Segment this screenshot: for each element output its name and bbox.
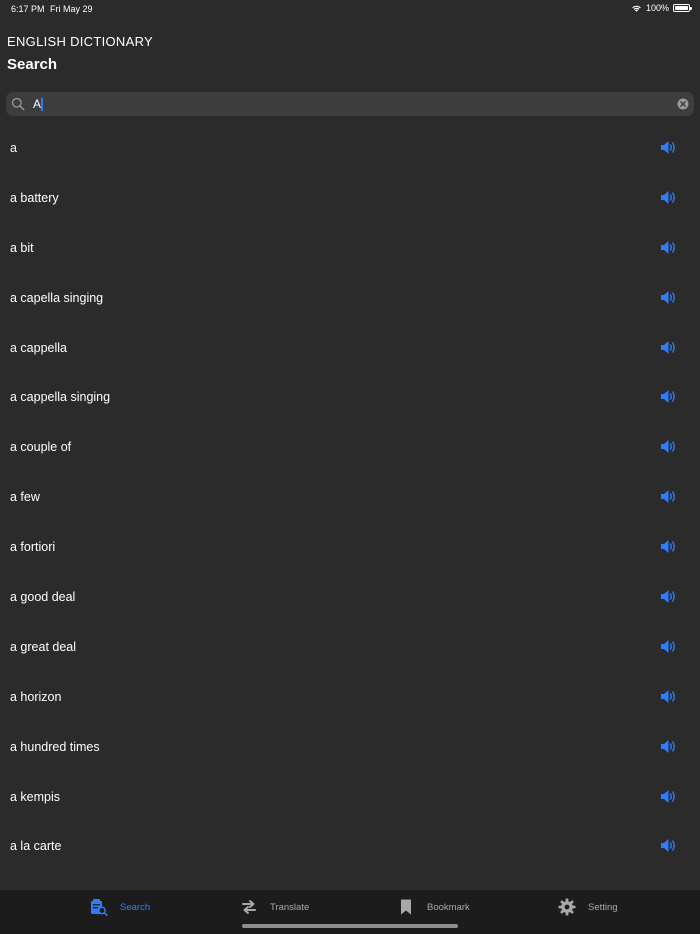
speaker-icon[interactable] — [660, 389, 677, 404]
word-label: a few — [10, 490, 40, 505]
search-bar[interactable] — [6, 92, 694, 116]
speaker-icon[interactable] — [660, 589, 677, 604]
word-row[interactable]: a kempis — [0, 773, 700, 823]
status-indicators: 100% — [631, 3, 692, 13]
word-label: a great deal — [10, 639, 77, 654]
word-row[interactable]: a great deal — [0, 623, 700, 673]
speaker-icon[interactable] — [660, 689, 677, 704]
word-row[interactable]: a horizon — [0, 673, 700, 723]
word-label: a couple of — [10, 440, 72, 455]
status-date: Fri May 29 — [50, 4, 93, 14]
gear-icon — [558, 898, 576, 916]
search-book-icon — [91, 899, 108, 916]
word-row[interactable]: a bit — [0, 224, 700, 274]
word-label: a — [10, 141, 17, 155]
word-list: a a battery a bit a capella singing a cappel… — [0, 124, 700, 872]
wifi-icon — [632, 5, 641, 12]
app-title: ENGLISH DICTIONARY — [7, 34, 154, 49]
tab-bookmark[interactable]: Bookmark — [397, 898, 470, 916]
bookmark-icon — [401, 899, 411, 915]
battery-icon — [673, 4, 692, 12]
word-label: a battery — [10, 190, 59, 205]
speaker-icon[interactable] — [660, 190, 677, 205]
home-indicator — [242, 924, 458, 928]
speaker-icon[interactable] — [660, 539, 677, 554]
word-label: a cappella — [10, 340, 67, 355]
speaker-icon[interactable] — [660, 489, 677, 504]
word-row[interactable]: a — [0, 124, 700, 174]
word-label: a fortiori — [10, 540, 56, 555]
word-row[interactable]: a la carte — [0, 822, 700, 872]
word-row[interactable]: a fortiori — [0, 523, 700, 573]
speaker-icon[interactable] — [660, 140, 677, 155]
word-row[interactable]: a capella singing — [0, 274, 700, 324]
word-row[interactable]: a couple of — [0, 423, 700, 473]
word-row[interactable]: a good deal — [0, 573, 700, 623]
tab-setting[interactable]: Setting — [558, 898, 618, 916]
speaker-icon[interactable] — [660, 290, 677, 305]
word-row[interactable]: a battery — [0, 174, 700, 224]
text-caret — [41, 98, 43, 111]
speaker-icon[interactable] — [660, 739, 677, 754]
word-label: a capella singing — [10, 290, 104, 305]
speaker-icon[interactable] — [660, 789, 677, 804]
battery-percent: 100% — [645, 3, 669, 13]
status-bar: 6:17 PM Fri May 29 100% — [0, 0, 700, 18]
search-input[interactable] — [33, 95, 663, 113]
search-icon — [11, 97, 25, 111]
word-label: a la carte — [10, 839, 62, 854]
status-time: 6:17 PM — [11, 4, 45, 14]
tab-label: Search — [120, 901, 151, 913]
tab-label: Bookmark — [427, 901, 470, 913]
speaker-icon[interactable] — [660, 240, 677, 255]
word-row[interactable]: a hundred times — [0, 723, 700, 773]
tab-search[interactable]: Search — [90, 898, 150, 916]
word-row[interactable]: a cappella — [0, 324, 700, 374]
tab-label: Setting — [588, 901, 618, 913]
translate-arrows-icon — [242, 900, 256, 914]
word-row[interactable]: a few — [0, 473, 700, 523]
word-label: a cappella singing — [10, 390, 111, 405]
word-label: a horizon — [10, 689, 62, 704]
speaker-icon[interactable] — [660, 639, 677, 654]
word-label: a bit — [10, 240, 34, 255]
speaker-icon[interactable] — [660, 439, 677, 454]
clear-icon[interactable] — [677, 98, 689, 110]
word-label: a kempis — [10, 789, 61, 804]
word-label: a hundred times — [10, 739, 100, 754]
speaker-icon[interactable] — [660, 838, 677, 853]
word-label: a good deal — [10, 590, 76, 605]
page-title: Search — [7, 56, 58, 73]
speaker-icon[interactable] — [660, 340, 677, 355]
tab-label: Translate — [270, 901, 310, 913]
tab-translate[interactable]: Translate — [240, 898, 309, 916]
word-row[interactable]: a cappella singing — [0, 373, 700, 423]
